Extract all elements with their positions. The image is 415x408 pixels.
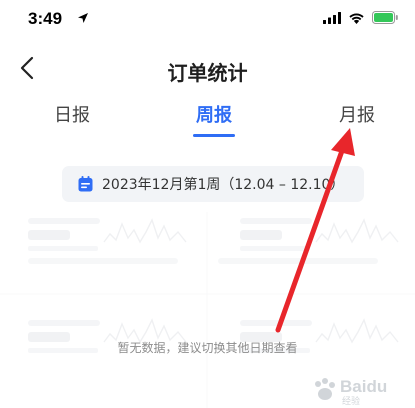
battery-icon	[372, 11, 398, 24]
date-selector[interactable]: 2023年12月第1周（12.04 – 12.10）	[62, 166, 364, 202]
watermark-logo: Baidu 经验	[308, 372, 412, 408]
date-range-label: 2023年12月第1周（12.04 – 12.10）	[102, 177, 345, 193]
tab-monthly[interactable]: 月报	[317, 101, 397, 127]
report-tabs: 日报 周报 月报	[0, 96, 415, 140]
watermark-subtext: 经验	[342, 397, 361, 407]
cellular-signal-icon	[323, 11, 341, 24]
page-title: 订单统计	[167, 61, 248, 85]
paw-icon	[315, 378, 335, 400]
nav-bar: 订单统计	[0, 44, 415, 94]
status-time: 3:49	[28, 9, 63, 28]
status-icons	[323, 11, 399, 24]
active-tab-indicator	[193, 134, 235, 137]
calendar-icon	[78, 176, 93, 192]
tab-weekly[interactable]: 周报	[174, 101, 254, 127]
status-bar: 3:49	[0, 0, 415, 40]
tab-daily[interactable]: 日报	[32, 101, 112, 127]
empty-state-message: 暂无数据，建议切换其他日期查看	[117, 341, 298, 355]
wifi-icon	[349, 12, 364, 24]
location-arrow-icon	[78, 13, 88, 23]
